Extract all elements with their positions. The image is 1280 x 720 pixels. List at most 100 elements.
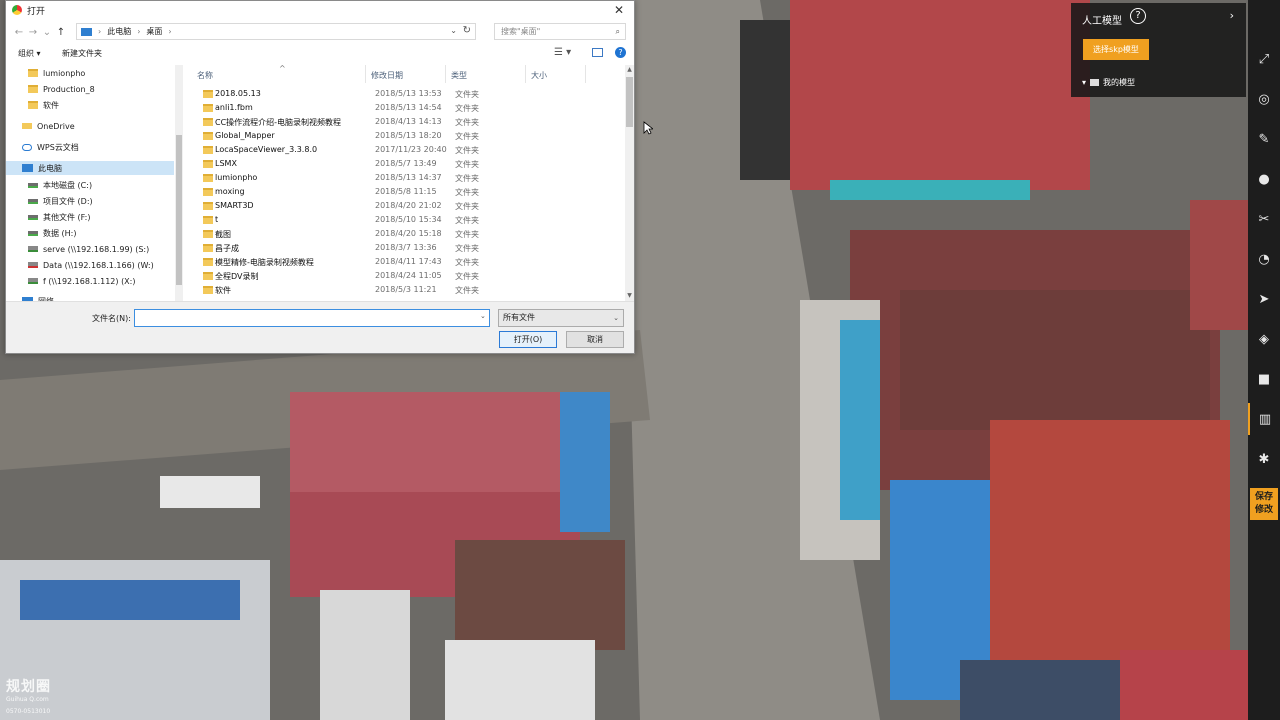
- file-row[interactable]: moxing 2018/5/8 11:15 文件夹: [191, 185, 626, 199]
- help-icon[interactable]: ?: [615, 47, 626, 58]
- nav-item-drive-h[interactable]: 数据 (H:): [28, 226, 77, 240]
- right-toolbar: ⤢ ◎ ✎ ● ✂ ◔ ➤ ◈ ■ ▥ ✱ 保存 修改: [1248, 0, 1280, 720]
- file-row[interactable]: 2018.05.13 2018/5/13 13:53 文件夹: [191, 87, 626, 101]
- filename-input[interactable]: [134, 309, 490, 327]
- file-name: t: [215, 215, 219, 224]
- ruler-icon[interactable]: ✎: [1248, 123, 1280, 155]
- nav-item-drive-x[interactable]: f (\\192.168.1.112) (X:): [28, 274, 135, 288]
- file-row[interactable]: 模型精修-电脑录制视频教程 2018/4/11 17:43 文件夹: [191, 255, 626, 269]
- layers-icon[interactable]: ◈: [1248, 323, 1280, 355]
- folder-icon: [203, 174, 213, 182]
- nav-item-drive-c[interactable]: 本地磁盘 (C:): [28, 178, 92, 192]
- file-name: LSMX: [215, 159, 237, 168]
- watermark-logo: 规划圈: [6, 679, 51, 695]
- scrollbar-thumb[interactable]: [176, 135, 182, 285]
- breadcrumb-this-pc[interactable]: 此电脑: [107, 26, 131, 37]
- cancel-button[interactable]: 取消: [566, 331, 624, 348]
- nav-pane-scrollbar[interactable]: [175, 65, 183, 301]
- help-icon[interactable]: ?: [1130, 8, 1146, 24]
- select-skp-model-button[interactable]: 选择skp模型: [1083, 39, 1149, 60]
- cube-icon[interactable]: ■: [1248, 363, 1280, 395]
- file-row[interactable]: 软件 2018/5/3 11:21 文件夹: [191, 283, 626, 297]
- file-row[interactable]: anli1.fbm 2018/5/13 14:54 文件夹: [191, 101, 626, 115]
- nav-item-label: 此电脑: [38, 163, 62, 173]
- column-size-header[interactable]: 大小: [531, 70, 547, 81]
- breadcrumb-desktop[interactable]: 桌面: [146, 26, 162, 37]
- folder-icon: [203, 188, 213, 196]
- file-row[interactable]: lumionpho 2018/5/13 14:37 文件夹: [191, 171, 626, 185]
- chart-icon[interactable]: ◔: [1248, 243, 1280, 275]
- file-name: lumionpho: [215, 173, 258, 182]
- chevron-right-icon[interactable]: ›: [1230, 9, 1234, 22]
- close-icon[interactable]: ✕: [614, 3, 624, 17]
- column-divider[interactable]: [585, 65, 586, 83]
- column-divider[interactable]: [445, 65, 446, 83]
- search-input[interactable]: 搜索"桌面" ⌕: [494, 23, 626, 40]
- file-type: 文件夹: [455, 202, 479, 211]
- file-type: 文件夹: [455, 146, 479, 155]
- refresh-icon[interactable]: ↻: [463, 25, 471, 36]
- file-name: 昌子成: [215, 244, 239, 253]
- building-icon[interactable]: ▥: [1248, 403, 1280, 435]
- nav-item-production[interactable]: Production_8: [28, 82, 95, 96]
- file-list-scrollbar[interactable]: ▲ ▼: [625, 65, 634, 301]
- folder-icon: [1090, 79, 1100, 86]
- nav-item-lumionpho[interactable]: lumionpho: [28, 66, 85, 80]
- scroll-up-icon[interactable]: ▲: [625, 66, 634, 73]
- file-row[interactable]: 全程DV录制 2018/4/24 11:05 文件夹: [191, 269, 626, 283]
- folder-icon: [203, 132, 213, 140]
- file-row[interactable]: 昌子成 2018/3/7 13:36 文件夹: [191, 241, 626, 255]
- new-folder-button[interactable]: 新建文件夹: [62, 48, 102, 59]
- location-pin-icon[interactable]: ●: [1248, 163, 1280, 195]
- file-row[interactable]: LSMX 2018/5/7 13:49 文件夹: [191, 157, 626, 171]
- file-row[interactable]: CC操作流程介绍-电脑录制视频教程 2018/4/13 14:13 文件夹: [191, 115, 626, 129]
- dialog-titlebar[interactable]: 打开 ✕: [6, 1, 634, 19]
- nav-item-drive-s[interactable]: serve (\\192.168.1.99) (S:): [28, 242, 149, 256]
- tools-icon[interactable]: ✂: [1248, 203, 1280, 235]
- network-drive-disconnected-icon: [28, 262, 38, 268]
- nav-item-drive-d[interactable]: 项目文件 (D:): [28, 194, 93, 208]
- file-row[interactable]: t 2018/5/10 15:34 文件夹: [191, 213, 626, 227]
- file-row[interactable]: 截图 2018/4/20 15:18 文件夹: [191, 227, 626, 241]
- file-row[interactable]: Global_Mapper 2018/5/13 18:20 文件夹: [191, 129, 626, 143]
- expand-icon[interactable]: ⤢: [1248, 43, 1280, 75]
- nav-item-this-pc[interactable]: 此电脑: [6, 161, 174, 175]
- recent-chevron-icon[interactable]: ⌄: [40, 27, 54, 38]
- my-models-tree-item[interactable]: ▾ 我的模型: [1082, 77, 1135, 88]
- scrollbar-thumb[interactable]: [626, 77, 633, 127]
- send-icon[interactable]: ➤: [1248, 283, 1280, 315]
- file-type: 文件夹: [455, 160, 479, 169]
- globe-icon[interactable]: ◎: [1248, 83, 1280, 115]
- nav-item-onedrive[interactable]: OneDrive: [22, 119, 75, 133]
- column-date-header[interactable]: 修改日期: [371, 70, 403, 81]
- back-arrow-icon[interactable]: ←: [12, 27, 26, 38]
- nav-item-software[interactable]: 软件: [28, 98, 59, 112]
- view-options-icon[interactable]: ☰ ▾: [554, 47, 571, 58]
- scroll-down-icon[interactable]: ▼: [625, 292, 634, 299]
- column-name-header[interactable]: 名称: [197, 70, 213, 81]
- up-arrow-icon[interactable]: ↑: [54, 27, 68, 38]
- column-type-header[interactable]: 类型: [451, 70, 467, 81]
- file-type-filter-select[interactable]: 所有文件 ⌄: [498, 309, 624, 327]
- preview-pane-icon[interactable]: [592, 48, 603, 57]
- nav-item-network[interactable]: 网络: [22, 294, 54, 301]
- forward-arrow-icon[interactable]: →: [26, 27, 40, 38]
- filter-value: 所有文件: [503, 313, 535, 322]
- column-divider[interactable]: [525, 65, 526, 83]
- nav-item-drive-w[interactable]: Data (\\192.168.1.166) (W:): [28, 258, 154, 272]
- open-button[interactable]: 打开(O): [499, 331, 557, 348]
- file-type: 文件夹: [455, 286, 479, 295]
- file-row[interactable]: SMART3D 2018/4/20 21:02 文件夹: [191, 199, 626, 213]
- nav-item-wps-cloud[interactable]: WPS云文档: [22, 140, 79, 154]
- column-divider[interactable]: [365, 65, 366, 83]
- settings-icon[interactable]: ✱: [1248, 443, 1280, 475]
- file-row[interactable]: LocaSpaceViewer_3.3.8.0 2017/11/23 20:40 文…: [191, 143, 626, 157]
- address-dropdown-icon[interactable]: ⌄: [450, 26, 457, 35]
- address-breadcrumb[interactable]: › 此电脑 › 桌面 › ⌄ ↻: [76, 23, 476, 40]
- organize-menu-button[interactable]: 组织 ▾: [18, 48, 41, 59]
- save-changes-button[interactable]: 保存 修改: [1250, 488, 1278, 520]
- file-date: 2018/5/10 15:34: [375, 215, 442, 224]
- nav-item-drive-f[interactable]: 其他文件 (F:): [28, 210, 90, 224]
- breadcrumb-separator-icon: ›: [98, 27, 102, 36]
- filename-history-dropdown-icon[interactable]: ⌄: [480, 312, 486, 320]
